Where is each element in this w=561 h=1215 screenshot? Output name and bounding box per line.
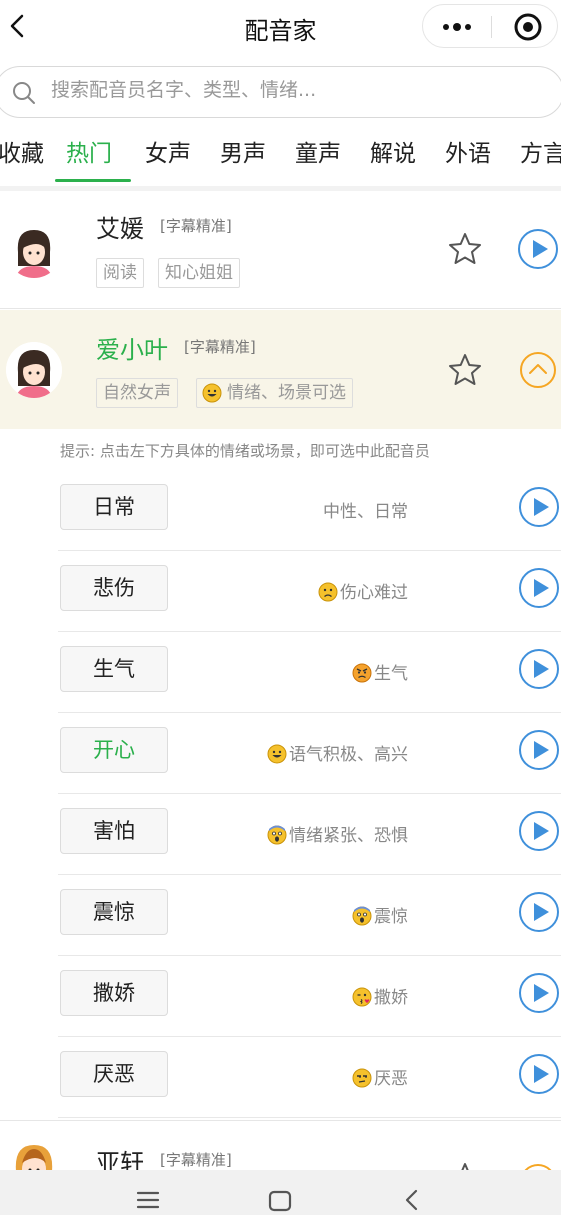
voice-name: 亚轩 (96, 1149, 144, 1170)
avatar (6, 1137, 62, 1170)
avatar (6, 222, 62, 278)
emotion-desc: 生气 (352, 659, 408, 684)
play-icon[interactable] (518, 486, 560, 528)
emotion-row: 悲伤 伤心难过 (58, 551, 561, 632)
search-icon (13, 82, 35, 104)
emotion-desc-text: 情绪紧张、恐惧 (289, 826, 408, 846)
avatar (6, 342, 62, 398)
play-icon[interactable] (518, 972, 560, 1014)
emotion-button[interactable]: 悲伤 (60, 565, 168, 611)
scream-face-icon (352, 906, 372, 926)
precise-badge: [字幕精准] (160, 217, 232, 235)
tab-dialect[interactable]: 方言 (520, 134, 561, 168)
capsule-divider (491, 16, 492, 38)
grin-face-icon (202, 383, 222, 403)
emotion-desc-text: 震惊 (374, 907, 408, 927)
emotion-desc-text: 中性、日常 (323, 502, 408, 522)
tab-female[interactable]: 女声 (145, 134, 191, 168)
emotion-desc: 厌恶 (352, 1064, 408, 1089)
hint-text: 提示: 点击左下方具体的情绪或场景，即可选中此配音员 (60, 442, 430, 460)
play-icon[interactable] (518, 810, 560, 852)
expand-chevron-icon[interactable] (517, 1161, 559, 1170)
active-tab-indicator (55, 179, 131, 182)
emotion-desc: 伤心难过 (318, 578, 408, 603)
category-tabs: 收藏 热门 女声 男声 童声 解说 外语 方言 (0, 128, 561, 186)
grin-face-icon (267, 744, 287, 764)
emotion-desc: 中性、日常 (323, 497, 408, 522)
emotion-button[interactable]: 生气 (60, 646, 168, 692)
emotion-row: 撒娇 撒娇 (58, 956, 561, 1037)
emotion-desc-text: 撒娇 (374, 988, 408, 1008)
emotion-button[interactable]: 害怕 (60, 808, 168, 854)
voice-card[interactable]: 艾媛 [字幕精准] 阅读 知心姐姐 (0, 191, 561, 309)
scream-face-icon (267, 825, 287, 845)
voice-name: 艾媛 (96, 215, 144, 243)
sad-face-icon (318, 582, 338, 602)
tab-popular[interactable]: 热门 (66, 134, 112, 168)
emotion-row: 害怕 情绪紧张、恐惧 (58, 794, 561, 875)
voice-tag-label: 情绪、场景可选 (227, 383, 346, 403)
back-icon[interactable] (402, 1188, 422, 1212)
play-icon[interactable] (517, 228, 559, 270)
voice-tag: 阅读 (96, 258, 144, 288)
star-icon[interactable] (447, 1161, 483, 1170)
emotion-button[interactable]: 撒娇 (60, 970, 168, 1016)
voice-card-expanded[interactable]: 爱小叶 [字幕精准] 自然女声 情绪、场景可选 (0, 310, 561, 429)
play-icon[interactable] (518, 891, 560, 933)
collapse-chevron-up-icon[interactable] (517, 349, 559, 391)
emotion-button-selected[interactable]: 开心 (60, 727, 168, 773)
emotion-row: 震惊 震惊 (58, 875, 561, 956)
mini-program-capsule (422, 4, 558, 48)
tab-foreign[interactable]: 外语 (445, 134, 491, 168)
tab-narration[interactable]: 解说 (370, 134, 416, 168)
play-icon[interactable] (518, 567, 560, 609)
more-dots-icon[interactable] (437, 17, 477, 37)
system-nav-bar (0, 1170, 561, 1215)
emotion-desc: 情绪紧张、恐惧 (267, 821, 408, 846)
play-icon[interactable] (518, 729, 560, 771)
emotion-button[interactable]: 厌恶 (60, 1051, 168, 1097)
emotion-desc-text: 伤心难过 (340, 583, 408, 603)
emotion-desc: 震惊 (352, 902, 408, 927)
kiss-face-icon (352, 987, 372, 1007)
voice-card[interactable]: 亚轩 [字幕精准] (0, 1120, 561, 1170)
search-bar (0, 66, 561, 118)
emotion-row: 日常 中性、日常 (58, 470, 561, 551)
emotion-desc-text: 厌恶 (374, 1069, 408, 1089)
tab-child[interactable]: 童声 (295, 134, 341, 168)
emotion-row: 厌恶 厌恶 (58, 1037, 561, 1118)
star-icon[interactable] (447, 352, 483, 388)
star-icon[interactable] (447, 231, 483, 267)
voice-tag: 知心姐姐 (158, 258, 240, 288)
voice-name: 爱小叶 (96, 336, 168, 364)
emotion-desc: 撒娇 (352, 983, 408, 1008)
emotion-row: 开心 语气积极、高兴 (58, 713, 561, 794)
precise-badge: [字幕精准] (184, 338, 256, 356)
search-input[interactable] (51, 79, 531, 101)
tab-favorites[interactable]: 收藏 (0, 134, 44, 168)
emotion-button[interactable]: 日常 (60, 484, 168, 530)
top-bar: 配音家 (0, 0, 561, 56)
emotion-row: 生气 生气 (58, 632, 561, 713)
emotion-desc-text: 生气 (374, 664, 408, 684)
play-icon[interactable] (518, 648, 560, 690)
home-square-icon[interactable] (268, 1190, 292, 1212)
voice-tag-emotion: 情绪、场景可选 (196, 378, 353, 408)
close-target-icon[interactable] (513, 12, 543, 42)
unamused-face-icon (352, 1068, 372, 1088)
emotion-desc: 语气积极、高兴 (267, 740, 408, 765)
voice-tag: 自然女声 (96, 378, 178, 408)
tab-male[interactable]: 男声 (220, 134, 266, 168)
play-icon[interactable] (518, 1053, 560, 1095)
emotion-desc-text: 语气积极、高兴 (289, 745, 408, 765)
angry-face-icon (352, 663, 372, 683)
precise-badge: [字幕精准] (160, 1151, 232, 1169)
emotion-button[interactable]: 震惊 (60, 889, 168, 935)
menu-icon[interactable] (136, 1190, 160, 1210)
